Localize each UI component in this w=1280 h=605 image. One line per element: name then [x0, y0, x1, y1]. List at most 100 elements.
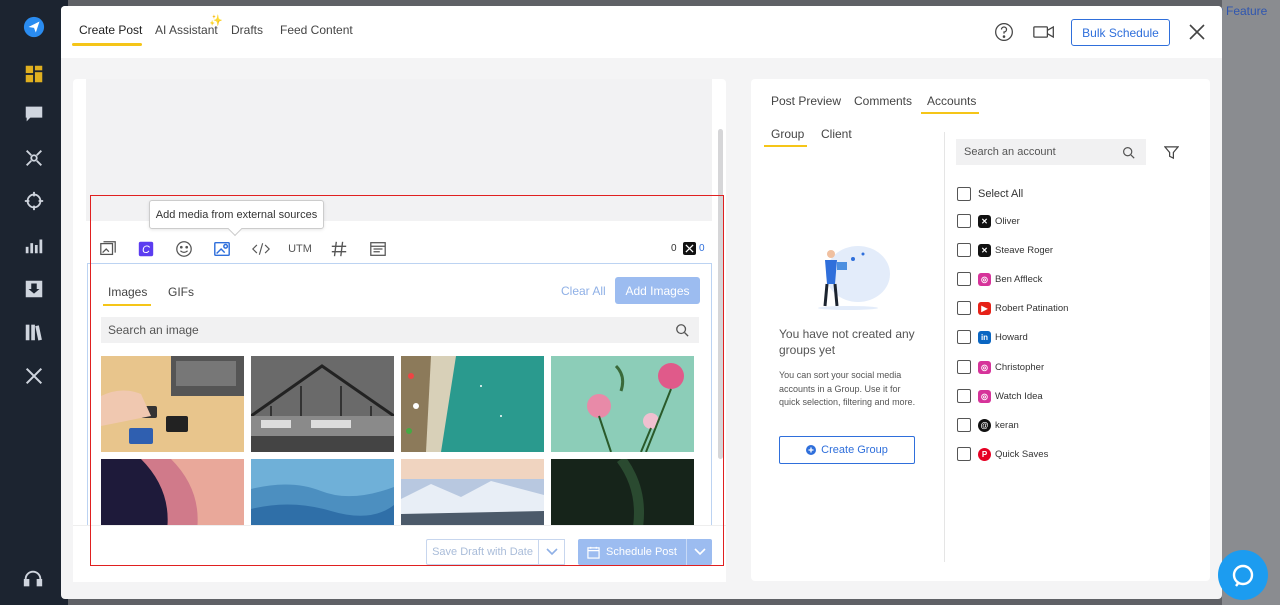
instagram-icon: ◎ [978, 389, 991, 403]
close-icon[interactable] [1186, 21, 1208, 43]
template-icon[interactable] [367, 239, 389, 259]
account-name: Howard [995, 331, 1028, 343]
tab-gifs[interactable]: GIFs [168, 285, 194, 299]
tab-feed-content[interactable]: Feed Content [280, 23, 353, 37]
tab-comments[interactable]: Comments [854, 94, 912, 108]
account-name: Ben Affleck [995, 273, 1043, 285]
chevron-down-icon[interactable] [539, 539, 565, 565]
editor-scrollbar[interactable] [718, 129, 723, 459]
subtab-group[interactable]: Group [771, 127, 804, 141]
panel-divider [944, 132, 945, 562]
library-icon[interactable] [22, 320, 46, 344]
logo-send-icon[interactable] [22, 15, 46, 39]
account-checkbox[interactable] [957, 272, 971, 286]
empty-groups-title: You have not created any groups yet [779, 327, 915, 357]
pinterest-icon: P [978, 447, 991, 461]
tab-images[interactable]: Images [108, 285, 147, 299]
account-checkbox[interactable] [957, 243, 971, 257]
dashboard-icon[interactable] [22, 62, 46, 86]
inbox-icon[interactable] [22, 277, 46, 301]
external-media-panel: Images GIFs Clear All Add Images [87, 263, 712, 525]
instagram-icon: ◎ [978, 272, 991, 286]
account-row[interactable]: ✕ Oliver [957, 213, 1020, 229]
chevron-down-icon[interactable] [686, 539, 712, 565]
clear-all-button[interactable]: Clear All [561, 284, 606, 298]
empty-groups-description: You can sort your social media accounts … [779, 370, 916, 407]
account-row[interactable]: @ keran [957, 417, 1019, 433]
editor-footer: Save Draft with Date Schedule Post [73, 525, 726, 582]
account-row[interactable]: ◎ Christopher [957, 359, 1044, 375]
image-thumbnail[interactable] [101, 356, 244, 452]
image-thumbnail[interactable] [251, 356, 394, 452]
support-chat-button[interactable] [1218, 550, 1268, 600]
account-checkbox[interactable] [957, 214, 971, 228]
account-search-input[interactable] [956, 139, 1146, 165]
svg-text:C: C [142, 244, 150, 256]
add-images-button[interactable]: Add Images [615, 277, 700, 304]
background-page [1222, 0, 1280, 605]
tab-post-preview[interactable]: Post Preview [771, 94, 841, 108]
emoji-icon[interactable] [173, 239, 195, 259]
app-sidebar [0, 0, 68, 605]
background-feature-link: w Feature [1214, 4, 1268, 18]
account-name: Quick Saves [995, 448, 1049, 460]
image-thumbnail[interactable] [401, 356, 544, 452]
linkedin-icon: in [978, 330, 991, 344]
subtab-client[interactable]: Client [821, 127, 852, 141]
account-name: keran [995, 419, 1019, 431]
image-thumbnail[interactable] [551, 459, 694, 525]
filter-icon[interactable] [1164, 145, 1179, 160]
target-icon[interactable] [22, 189, 46, 213]
code-icon[interactable] [249, 239, 273, 259]
account-row[interactable]: in Howard [957, 329, 1028, 345]
tab-create-post[interactable]: Create Post [79, 23, 142, 37]
image-thumbnail[interactable] [251, 459, 394, 525]
select-all-label: Select All [978, 188, 1024, 200]
schedule-post-label: Schedule Post [606, 546, 677, 558]
youtube-icon: ▶ [978, 301, 991, 315]
canva-icon[interactable]: C [135, 239, 157, 259]
create-group-button[interactable]: Create Group [779, 436, 915, 464]
select-all-checkbox[interactable] [957, 187, 971, 201]
x-logo-icon: ✕ [978, 214, 991, 228]
account-checkbox[interactable] [957, 389, 971, 403]
account-checkbox[interactable] [957, 447, 971, 461]
image-thumbnail[interactable] [401, 459, 544, 525]
tab-accounts[interactable]: Accounts [927, 94, 976, 108]
account-row[interactable]: ◎ Ben Affleck [957, 271, 1042, 287]
save-draft-button[interactable]: Save Draft with Date [426, 539, 539, 565]
media-library-icon[interactable] [97, 239, 119, 259]
accounts-tab-indicator [921, 112, 979, 114]
account-row[interactable]: ◎ Watch Idea [957, 388, 1043, 404]
x-logo-icon: ✕ [978, 243, 991, 257]
account-checkbox[interactable] [957, 360, 971, 374]
utm-button[interactable]: UTM [287, 239, 313, 259]
account-checkbox[interactable] [957, 301, 971, 315]
bulk-schedule-button[interactable]: Bulk Schedule [1071, 19, 1170, 46]
hashtag-icon[interactable] [328, 239, 350, 259]
messages-icon[interactable] [22, 102, 46, 126]
account-checkbox[interactable] [957, 330, 971, 344]
external-media-icon[interactable] [211, 239, 233, 259]
x-character-count: 0 [699, 243, 705, 254]
account-row[interactable]: P Quick Saves [957, 446, 1048, 462]
tools-icon[interactable] [22, 364, 46, 388]
account-row[interactable]: ✕ Steave Roger [957, 242, 1053, 258]
account-name: Oliver [995, 215, 1020, 227]
account-checkbox[interactable] [957, 418, 971, 432]
image-search-input[interactable] [101, 317, 699, 343]
modal-header: Create Post AI Assistant ✨ Drafts Feed C… [61, 6, 1222, 58]
select-all-row[interactable]: Select All [957, 186, 1023, 202]
image-thumbnail[interactable] [101, 459, 244, 525]
video-tutorial-icon[interactable] [1033, 21, 1055, 43]
search-icon[interactable] [675, 323, 689, 337]
schedule-post-button[interactable]: Schedule Post [578, 539, 686, 565]
support-headset-icon[interactable] [22, 568, 44, 595]
search-icon[interactable] [1122, 146, 1135, 159]
account-row[interactable]: ▶ Robert Patination [957, 300, 1068, 316]
analytics-icon[interactable] [22, 233, 46, 257]
network-icon[interactable] [22, 146, 46, 170]
image-thumbnail[interactable] [551, 356, 694, 452]
tab-drafts[interactable]: Drafts [231, 23, 263, 37]
help-icon[interactable] [993, 21, 1015, 43]
